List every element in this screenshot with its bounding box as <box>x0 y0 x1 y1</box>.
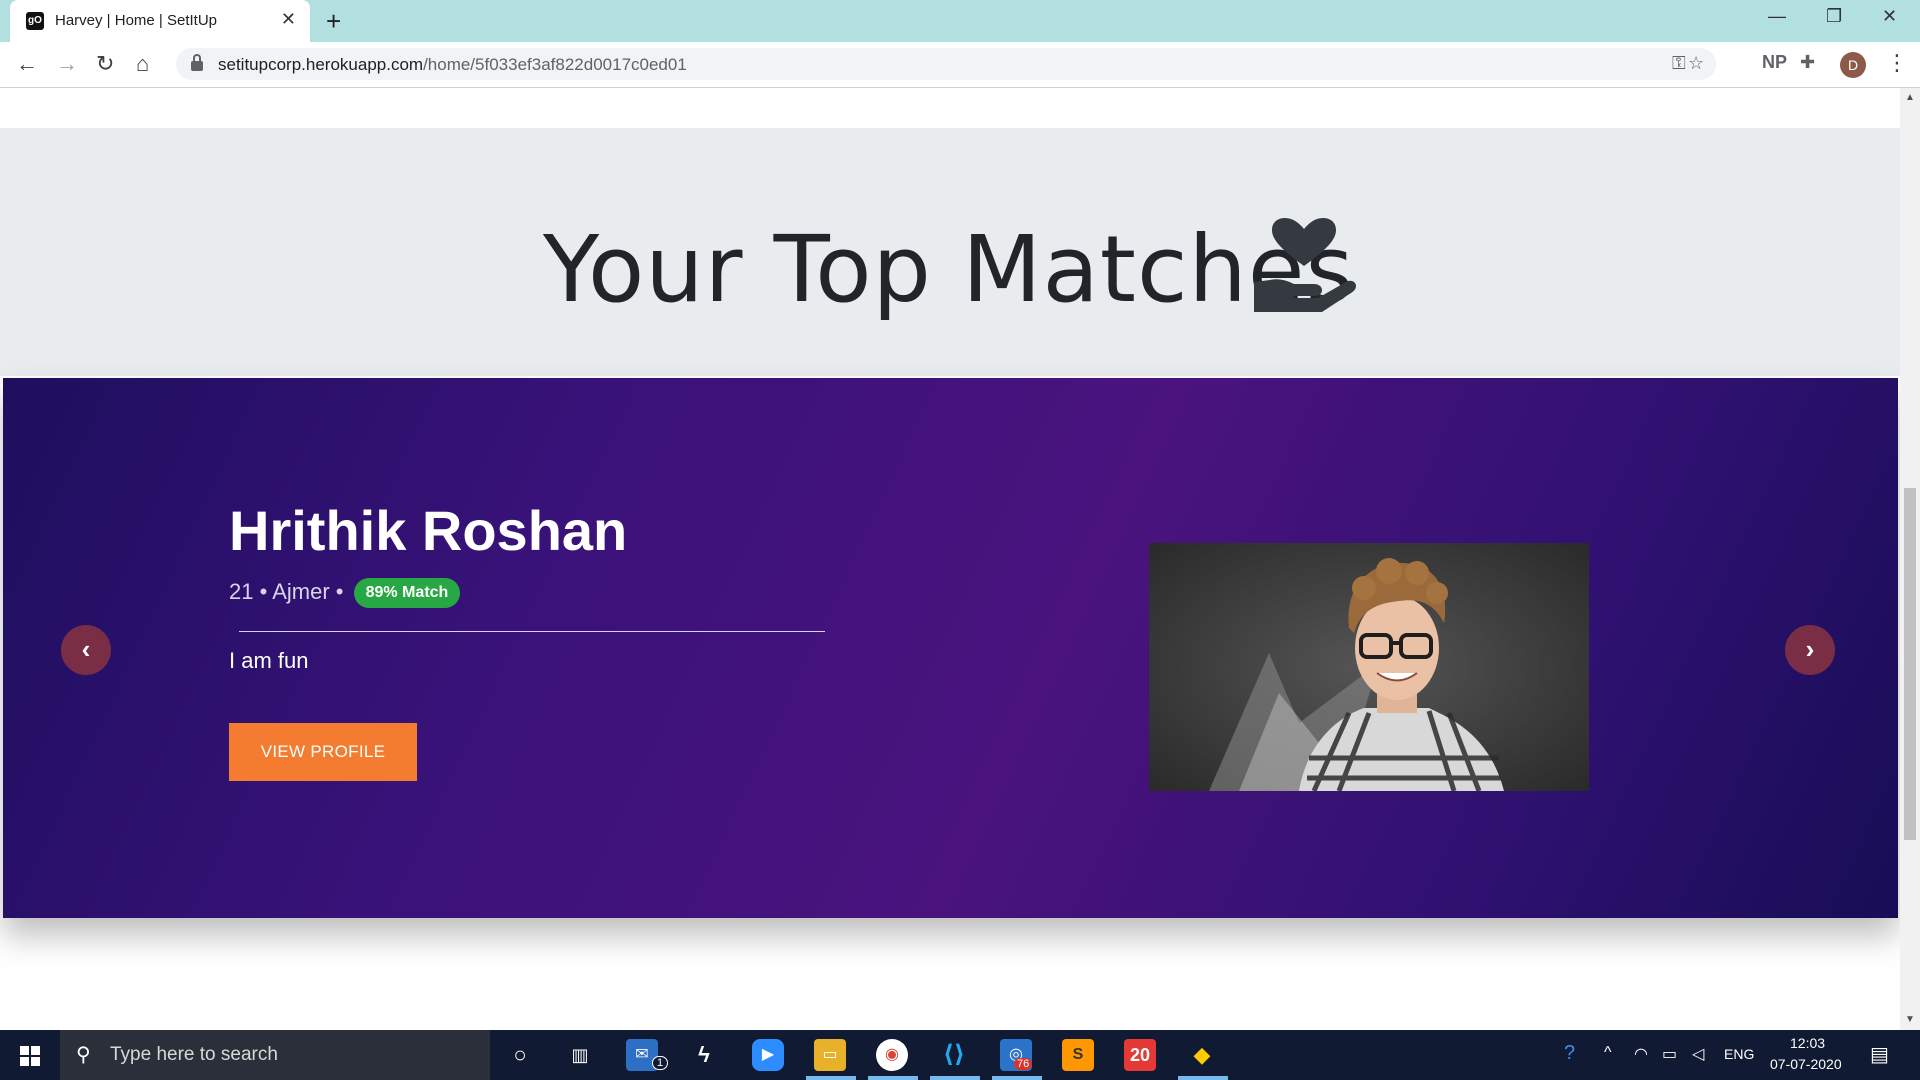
windows-start-icon[interactable] <box>20 1046 40 1066</box>
carousel-next-icon[interactable]: › <box>1785 625 1835 675</box>
window-close-icon[interactable]: ✕ <box>1882 6 1897 27</box>
notification-icon[interactable]: ▤ <box>1870 1042 1889 1067</box>
file-explorer-icon[interactable]: ▭ <box>814 1039 846 1071</box>
section-title: Your Top Matches <box>543 216 1355 323</box>
profile-avatar[interactable]: D <box>1840 52 1866 78</box>
tab-close-icon[interactable]: ✕ <box>281 9 296 30</box>
bookmark-star-icon[interactable]: ☆ <box>1688 53 1704 74</box>
home-icon[interactable]: ⌂ <box>136 51 149 77</box>
windows-taskbar: ⚲ Type here to search ○ ▥ ✉ 1 ϟ ▶ ▭ ◉ ⟨⟩… <box>0 1030 1920 1080</box>
match-percent-badge: 89% Match <box>353 578 461 608</box>
url-text: setitupcorp.herokuapp.com/home/5f033ef3a… <box>218 55 687 75</box>
matches-carousel: ‹ › Hrithik Roshan 21 • Ajmer • 89% Matc… <box>3 378 1898 918</box>
app-20-tile[interactable]: 20 <box>1124 1039 1156 1071</box>
task-view-icon[interactable]: ▥ <box>564 1039 596 1071</box>
reload-icon[interactable]: ↻ <box>96 51 114 77</box>
meta-separator: • <box>335 578 344 604</box>
search-icon: ⚲ <box>76 1044 91 1066</box>
match-city: Ajmer <box>272 578 330 604</box>
match-bio: I am fun <box>229 648 309 673</box>
help-icon[interactable]: ? <box>1564 1042 1575 1065</box>
minimize-icon[interactable]: — <box>1768 6 1786 27</box>
extensions-puzzle-icon[interactable]: ✚ <box>1800 52 1815 73</box>
back-icon[interactable]: ← <box>16 51 38 77</box>
tab-title: Harvey | Home | SetItUp <box>55 12 218 29</box>
browser-tab[interactable]: gO Harvey | Home | SetItUp ✕ <box>10 0 310 42</box>
page-scrollbar[interactable]: ▲ ▼ <box>1900 88 1920 1030</box>
hand-holding-heart-icon <box>1254 218 1356 312</box>
view-profile-button[interactable]: VIEW PROFILE <box>229 723 417 781</box>
restore-icon[interactable]: ❐ <box>1826 6 1842 27</box>
network-icon[interactable]: ◠ <box>1634 1044 1648 1064</box>
scroll-down-icon[interactable]: ▼ <box>1905 1014 1915 1025</box>
sublime-icon[interactable]: S <box>1062 1039 1094 1071</box>
chevron-up-icon[interactable]: ^ <box>1604 1044 1612 1062</box>
divider <box>239 631 825 632</box>
forward-icon[interactable]: → <box>56 51 78 77</box>
meta-separator: • <box>259 578 268 604</box>
match-meta: 21 • Ajmer • 89% Match <box>229 578 461 608</box>
menu-dots-icon[interactable]: ⋮ <box>1886 50 1908 76</box>
chrome-icon[interactable]: ◉ <box>876 1039 908 1071</box>
vscode-icon[interactable]: ⟨⟩ <box>938 1039 970 1071</box>
scroll-up-icon[interactable]: ▲ <box>1905 92 1915 103</box>
search-placeholder: Type here to search <box>110 1044 278 1065</box>
zoom-icon[interactable]: ▶ <box>752 1039 784 1071</box>
volume-icon[interactable]: ◁ <box>1692 1044 1704 1064</box>
app-lightning-icon[interactable]: ϟ <box>688 1039 720 1071</box>
scroll-thumb[interactable] <box>1904 488 1916 840</box>
extension-np[interactable]: NP <box>1762 52 1787 73</box>
browser-toolbar: ← → ↻ ⌂ setitupcorp.herokuapp.com/home/5… <box>0 42 1920 88</box>
match-photo <box>1149 543 1589 791</box>
new-tab-icon[interactable]: + <box>326 6 341 37</box>
taskbar-search[interactable]: ⚲ Type here to search <box>60 1030 490 1080</box>
git-icon[interactable]: ◆ <box>1186 1039 1218 1071</box>
match-age: 21 <box>229 578 254 604</box>
clock-time[interactable]: 12:03 <box>1790 1035 1825 1051</box>
cortana-icon[interactable]: ○ <box>504 1039 536 1071</box>
battery-icon[interactable]: ▭ <box>1662 1044 1677 1064</box>
app-badge: 76 <box>1014 1058 1033 1070</box>
site-favicon-icon: gO <box>26 12 44 30</box>
browser-titlebar: gO Harvey | Home | SetItUp ✕ + — ❐ ✕ <box>0 0 1920 42</box>
match-name: Hrithik Roshan <box>229 499 628 562</box>
url-host: setitupcorp.herokuapp.com <box>218 55 424 74</box>
url-path: /home/5f033ef3af822d0017c0ed01 <box>423 55 687 74</box>
language-indicator[interactable]: ENG <box>1724 1046 1754 1062</box>
carousel-prev-icon[interactable]: ‹ <box>61 625 111 675</box>
clock-date[interactable]: 07-07-2020 <box>1770 1056 1842 1072</box>
mail-badge: 1 <box>652 1056 669 1070</box>
page-content: Your Top Matches ‹ › Hrithik Roshan 21 •… <box>0 88 1900 1030</box>
address-bar[interactable]: setitupcorp.herokuapp.com/home/5f033ef3a… <box>176 48 1716 80</box>
key-icon[interactable]: ⚿ <box>1672 53 1686 74</box>
